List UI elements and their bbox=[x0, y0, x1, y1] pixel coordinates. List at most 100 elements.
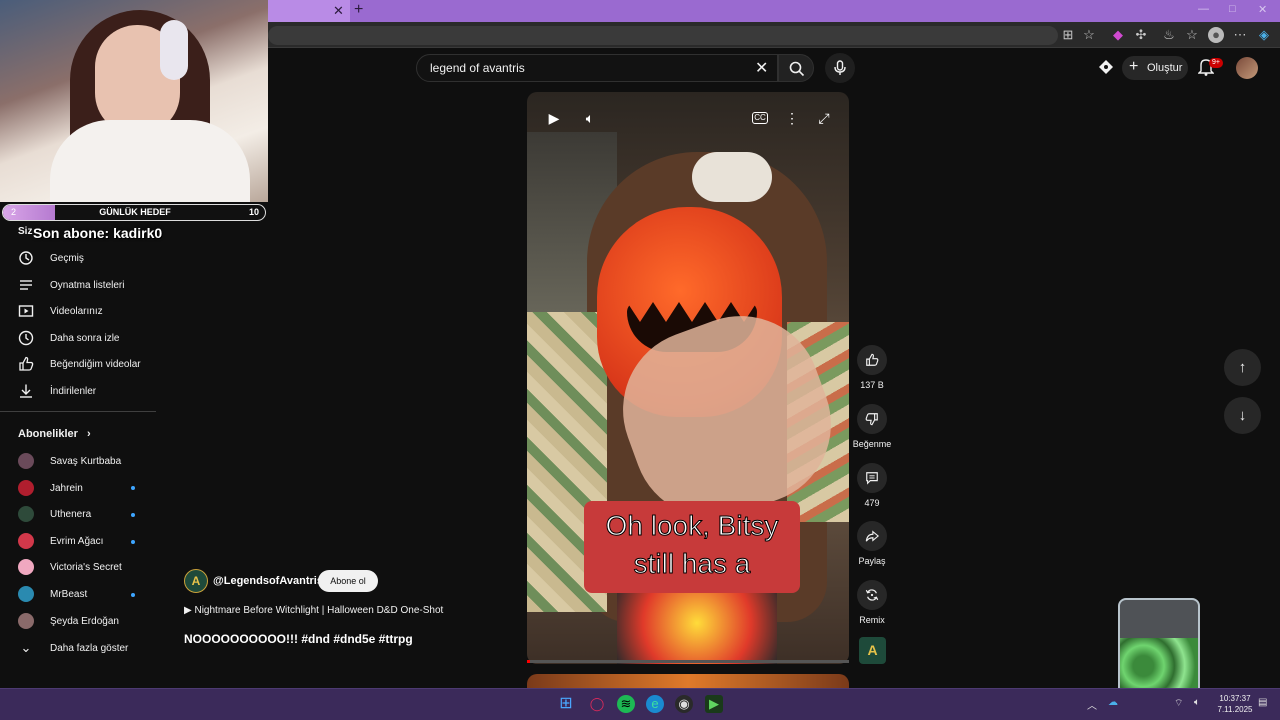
sidebar-sub-item[interactable]: MrBeast bbox=[18, 581, 87, 607]
notification-badge: 9+ bbox=[1209, 58, 1223, 68]
new-content-dot bbox=[131, 593, 135, 597]
audio-source-thumbnail[interactable]: A bbox=[859, 637, 886, 664]
video-caption-line: still has a bbox=[633, 548, 751, 580]
sidebar-item-label: Uthenera bbox=[50, 508, 92, 520]
app-available-icon[interactable]: ⊞ bbox=[1060, 27, 1076, 43]
thumbs-up-icon bbox=[866, 353, 879, 366]
show-more-label: Daha fazla göster bbox=[50, 642, 129, 654]
download-icon bbox=[20, 384, 32, 398]
fullscreen-icon[interactable]: ⤢ bbox=[814, 108, 834, 128]
sidebar-sub-item[interactable]: Jahrein bbox=[18, 475, 83, 501]
maximize-icon[interactable]: □ bbox=[1229, 3, 1236, 15]
sidebar-sub-item[interactable]: Savaş Kurtbaba bbox=[18, 448, 121, 474]
video-progress-bar[interactable] bbox=[527, 660, 849, 663]
extensions-puzzle-icon[interactable]: ✣ bbox=[1133, 27, 1149, 43]
sidebar-sub-item[interactable]: Uthenera bbox=[18, 501, 91, 527]
more-vert-icon[interactable]: ⋮ bbox=[782, 108, 802, 128]
linked-video-link[interactable]: ▶ Nightmare Before Witchlight | Hallowee… bbox=[184, 605, 443, 616]
profile-icon[interactable]: ● bbox=[1208, 27, 1224, 43]
sidebar-item-label: Şeyda Erdoğan bbox=[50, 615, 119, 627]
arrow-up-icon: ↑ bbox=[1238, 359, 1247, 376]
cast-icon[interactable] bbox=[1098, 59, 1114, 75]
like-count: 137 B bbox=[860, 380, 884, 390]
close-window-icon[interactable]: ✕ bbox=[1258, 3, 1267, 16]
sidebar-item-label: Savaş Kurtbaba bbox=[50, 455, 122, 467]
clear-search-icon[interactable]: ✕ bbox=[755, 58, 768, 78]
sidebar-item-label: İndirilenler bbox=[50, 385, 97, 397]
extension-icon[interactable]: ◆ bbox=[1110, 27, 1126, 43]
next-short-button[interactable]: ↓ bbox=[1224, 397, 1261, 434]
minimize-icon[interactable]: — bbox=[1198, 3, 1209, 15]
plus-icon: + bbox=[1129, 58, 1139, 75]
sidebar-item-liked-videos[interactable]: Beğendiğim videolar bbox=[18, 351, 141, 377]
sidebar-item-label: Jahrein bbox=[50, 482, 83, 494]
more-menu-icon[interactable]: ⋯ bbox=[1232, 27, 1248, 43]
sidebar-item-watch-later[interactable]: Daha sonra izle bbox=[18, 325, 119, 351]
next-short-preview[interactable] bbox=[527, 674, 849, 688]
start-icon[interactable]: ⊞ bbox=[557, 695, 575, 713]
share-label: Paylaş bbox=[858, 556, 886, 566]
video-sticker bbox=[617, 582, 777, 664]
channel-avatar bbox=[18, 586, 34, 602]
video-caption-line: Oh look, Bitsy bbox=[605, 510, 779, 542]
voice-search-button[interactable] bbox=[825, 53, 855, 83]
thumbs-down-icon bbox=[865, 413, 878, 426]
search-query[interactable]: legend of avantris bbox=[430, 61, 525, 75]
show-more-button[interactable]: ⌄ Daha fazla göster bbox=[18, 635, 129, 661]
sidebar-item-history[interactable]: Geçmiş bbox=[18, 245, 84, 271]
streaming-app-icon[interactable]: ▶ bbox=[705, 695, 723, 713]
dislike-button[interactable] bbox=[857, 404, 887, 434]
new-content-dot bbox=[131, 540, 135, 544]
remix-icon bbox=[865, 589, 879, 601]
user-avatar[interactable] bbox=[1236, 57, 1258, 79]
channel-name[interactable]: @LegendsofAvantris bbox=[213, 575, 323, 587]
obs-icon[interactable]: ◉ bbox=[675, 695, 693, 713]
subscribe-button[interactable]: Abone ol bbox=[318, 570, 378, 592]
subscriptions-heading[interactable]: Abonelikler › bbox=[18, 428, 91, 440]
collections-icon[interactable]: ☆ bbox=[1184, 27, 1200, 43]
onedrive-icon[interactable]: ☁ bbox=[1108, 697, 1118, 708]
favorite-star-icon[interactable]: ☆ bbox=[1081, 27, 1097, 43]
sidebar-item-playlists[interactable]: Oynatma listeleri bbox=[18, 272, 124, 298]
video-unicorn-headband bbox=[692, 152, 772, 202]
remix-button[interactable] bbox=[857, 580, 887, 610]
speaker-icon[interactable]: 🔈︎ bbox=[1194, 697, 1200, 708]
sidebar-sub-item[interactable]: Victoria's Secret bbox=[18, 554, 122, 580]
you-section-heading[interactable]: Siz bbox=[18, 226, 32, 237]
share-button[interactable] bbox=[857, 521, 887, 551]
channel-avatar[interactable]: A bbox=[184, 569, 208, 593]
clock-time[interactable]: 10:37:37 bbox=[1215, 694, 1255, 703]
new-tab-icon[interactable]: + bbox=[354, 1, 363, 19]
previous-short-button[interactable]: ↑ bbox=[1224, 349, 1261, 386]
sidebar-sub-item[interactable]: Evrim Ağacı bbox=[18, 528, 103, 554]
spotify-icon[interactable]: ≋ bbox=[617, 695, 635, 713]
opera-icon[interactable]: ◯ bbox=[588, 695, 606, 713]
short-title[interactable]: NOOOOOOOOOO!!! #dnd #dnd5e #ttrpg bbox=[184, 632, 413, 646]
captions-icon[interactable]: CC bbox=[752, 112, 768, 124]
like-button[interactable] bbox=[857, 345, 887, 375]
sidebar-divider bbox=[0, 411, 156, 412]
channel-avatar bbox=[18, 613, 34, 629]
sidebar-item-downloads[interactable]: İndirilenler bbox=[18, 378, 96, 404]
tray-overflow-icon[interactable]: ︿ bbox=[1087, 697, 1097, 712]
share-icon bbox=[865, 530, 880, 542]
volume-icon[interactable]: 🔈︎ bbox=[580, 108, 600, 128]
search-button[interactable] bbox=[778, 54, 814, 82]
performance-icon[interactable]: ♨ bbox=[1161, 27, 1177, 43]
notification-center-icon[interactable]: ▤ bbox=[1258, 697, 1267, 708]
comments-button[interactable] bbox=[857, 463, 887, 493]
play-icon[interactable]: ▶ bbox=[544, 108, 564, 128]
sidebar-item-your-videos[interactable]: Videolarınız bbox=[18, 298, 103, 324]
history-icon bbox=[19, 251, 33, 265]
daily-goal-bar: 2 GÜNLÜK HEDEF 10 bbox=[2, 204, 266, 221]
edge-icon[interactable]: e bbox=[646, 695, 664, 713]
copilot-icon[interactable]: ◈ bbox=[1256, 27, 1272, 43]
address-bar[interactable] bbox=[268, 26, 1058, 45]
network-icon[interactable]: ⌔ bbox=[1174, 697, 1183, 710]
clock-date[interactable]: 7.11.2025 bbox=[1215, 705, 1255, 714]
your-videos-icon bbox=[18, 305, 34, 317]
close-tab-icon[interactable]: ✕ bbox=[333, 3, 344, 19]
sidebar-sub-item[interactable]: Şeyda Erdoğan bbox=[18, 608, 119, 634]
arrow-down-icon: ↓ bbox=[1238, 407, 1247, 424]
new-content-dot bbox=[131, 486, 135, 490]
